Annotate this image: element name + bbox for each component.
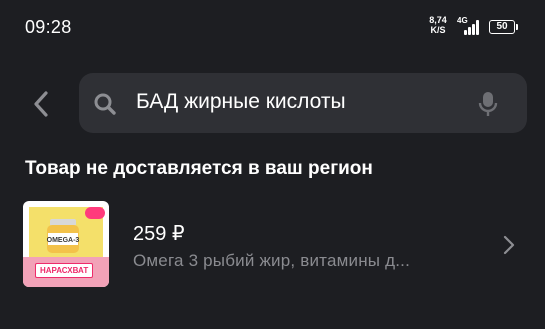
jar-brand-text: OMEGA-3 xyxy=(47,237,80,244)
product-description: Омега 3 рыбий жир, витамины д... xyxy=(133,251,411,270)
product-item[interactable]: OMEGA-3 НАРАСХВАТ 259 ₽ Омега 3 рыбий жи… xyxy=(23,201,523,289)
status-time: 09:28 xyxy=(25,17,72,37)
network-speed-unit: K/S xyxy=(430,25,446,35)
status-bar: 09:28 8,74 K/S 4G 50 xyxy=(0,0,545,54)
discount-badge xyxy=(85,207,105,219)
supplement-jar-icon: OMEGA-3 xyxy=(47,219,80,253)
search-icon xyxy=(94,93,116,115)
network-type: 4G xyxy=(457,16,468,25)
product-price: 259 ₽ xyxy=(133,223,185,245)
microphone-icon[interactable] xyxy=(477,91,499,117)
search-input[interactable]: БАД жирные кислоты xyxy=(136,90,346,114)
battery-icon: 50 xyxy=(489,20,515,34)
chevron-right-icon[interactable] xyxy=(503,235,515,255)
delivery-notice: Товар не доставляется в ваш регион xyxy=(25,158,373,179)
network-speed-value: 8,74 xyxy=(429,15,447,25)
battery-level: 50 xyxy=(496,21,508,32)
product-image: OMEGA-3 НАРАСХВАТ xyxy=(23,201,109,287)
battery-tip xyxy=(516,24,518,30)
search-bar[interactable]: БАД жирные кислоты xyxy=(79,73,527,133)
promo-label: НАРАСХВАТ xyxy=(35,263,94,278)
back-button[interactable] xyxy=(30,89,52,119)
network-speed: 8,74 K/S xyxy=(427,15,449,35)
signal-icon: 4G xyxy=(457,16,483,35)
chevron-left-icon xyxy=(34,91,48,117)
